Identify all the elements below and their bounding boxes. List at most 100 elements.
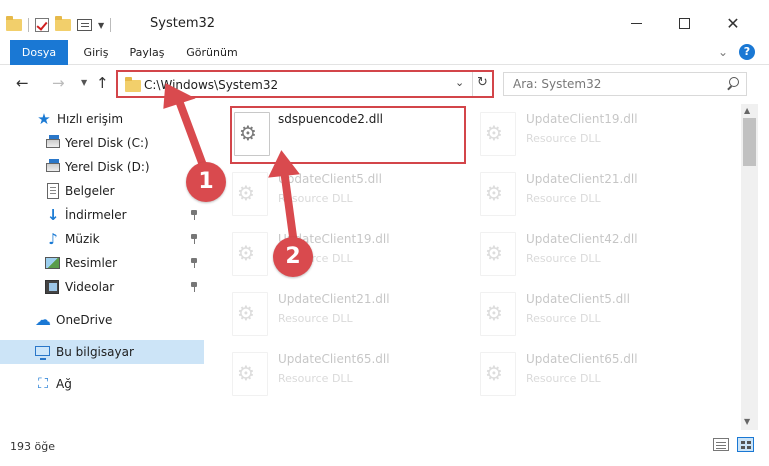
file-item[interactable]: UpdateClient5.dll Resource DLL bbox=[214, 166, 454, 222]
tab-file[interactable]: Dosya bbox=[10, 40, 68, 65]
scroll-up-icon[interactable]: ▲ bbox=[744, 106, 750, 115]
minimize-icon bbox=[630, 22, 642, 24]
toolbar-separator bbox=[110, 18, 112, 32]
sidebar-item-this-pc[interactable]: Bu bilgisayar bbox=[0, 340, 204, 364]
sidebar-item-local-disk-c[interactable]: Yerel Disk (C:) bbox=[0, 131, 204, 155]
sidebar-item-local-disk-d[interactable]: Yerel Disk (D:) bbox=[0, 155, 204, 179]
onedrive-icon: ☁ bbox=[35, 310, 51, 329]
sidebar-item-videos[interactable]: Videolar bbox=[0, 275, 204, 299]
step-badge-2: 2 bbox=[273, 237, 313, 277]
navigation-bar: ← → ▼ ↑ C:\Windows\System32 ⌄ ↻ Ara: Sys… bbox=[0, 66, 769, 100]
tab-view[interactable]: Görünüm bbox=[180, 40, 244, 65]
file-type: Resource DLL bbox=[526, 132, 601, 145]
music-icon: ♪ bbox=[48, 230, 58, 248]
file-name: UpdateClient21.dll bbox=[278, 292, 390, 306]
videos-icon bbox=[45, 280, 59, 294]
file-name: UpdateClient42.dll bbox=[526, 232, 638, 246]
forward-arrow-icon[interactable]: → bbox=[52, 74, 65, 92]
file-item[interactable]: UpdateClient65.dll Resource DLL bbox=[214, 346, 454, 402]
vertical-scrollbar[interactable]: ▲ ▼ bbox=[741, 104, 758, 430]
folder-icon bbox=[125, 77, 141, 92]
sidebar-item-documents[interactable]: Belgeler bbox=[0, 179, 204, 203]
pin-icon[interactable] bbox=[191, 234, 197, 244]
maximize-icon bbox=[678, 17, 690, 29]
scroll-thumb[interactable] bbox=[743, 118, 756, 166]
pin-icon[interactable] bbox=[191, 282, 197, 292]
navigation-pane: ★ Hızlı erişim Yerel Disk (C:) Yerel Dis… bbox=[0, 104, 210, 430]
search-icon[interactable] bbox=[726, 77, 740, 91]
dll-file-icon bbox=[480, 352, 516, 396]
quick-access-star-icon: ★ bbox=[37, 110, 51, 128]
dll-file-icon bbox=[480, 112, 516, 156]
file-type: Resource DLL bbox=[278, 372, 353, 385]
sidebar-item-network[interactable]: ⛶ Ağ bbox=[0, 372, 204, 396]
file-type: Resource DLL bbox=[526, 192, 601, 205]
sidebar-item-label: Ağ bbox=[56, 377, 72, 391]
sidebar-item-label: Videolar bbox=[65, 280, 115, 294]
tab-home[interactable]: Giriş bbox=[76, 40, 116, 65]
file-item[interactable]: UpdateClient42.dll Resource DLL bbox=[462, 226, 702, 282]
new-folder-icon[interactable] bbox=[55, 16, 71, 31]
back-arrow-icon[interactable]: ← bbox=[16, 74, 29, 92]
close-button[interactable]: ✕ bbox=[710, 8, 756, 38]
file-item-highlighted[interactable]: sdspuencode2.dll bbox=[230, 106, 466, 164]
file-item[interactable]: UpdateClient19.dll Resource DLL bbox=[214, 226, 454, 282]
file-name: UpdateClient19.dll bbox=[526, 112, 638, 126]
dll-file-icon bbox=[232, 232, 268, 276]
file-name: UpdateClient5.dll bbox=[526, 292, 630, 306]
title-bar: ▼ System32 ✕ bbox=[0, 0, 769, 40]
file-type: Resource DLL bbox=[278, 192, 353, 205]
file-item[interactable]: UpdateClient65.dll Resource DLL bbox=[462, 346, 702, 402]
file-name: sdspuencode2.dll bbox=[278, 112, 384, 126]
properties-check-icon[interactable] bbox=[35, 18, 49, 32]
quick-access-toolbar: ▼ bbox=[6, 15, 112, 35]
sidebar-item-label: Müzik bbox=[65, 232, 100, 246]
refresh-icon[interactable]: ↻ bbox=[477, 75, 488, 90]
file-name: UpdateClient65.dll bbox=[526, 352, 638, 366]
documents-icon bbox=[47, 183, 59, 199]
recent-locations-icon[interactable]: ▼ bbox=[81, 78, 87, 87]
address-bar[interactable]: C:\Windows\System32 ⌄ ↻ bbox=[116, 70, 494, 98]
expand-ribbon-icon[interactable]: ⌄ bbox=[718, 45, 728, 59]
folder-icon[interactable] bbox=[6, 16, 22, 31]
file-type: Resource DLL bbox=[278, 312, 353, 325]
scroll-down-icon[interactable]: ▼ bbox=[744, 417, 750, 426]
file-item[interactable]: UpdateClient21.dll Resource DLL bbox=[214, 286, 454, 342]
details-view-icon[interactable] bbox=[713, 438, 729, 451]
sidebar-item-label: Yerel Disk (D:) bbox=[65, 160, 150, 174]
dll-file-icon bbox=[480, 232, 516, 276]
pin-icon[interactable] bbox=[191, 258, 197, 268]
file-name: UpdateClient65.dll bbox=[278, 352, 390, 366]
close-icon: ✕ bbox=[726, 13, 740, 33]
sidebar-item-pictures[interactable]: Resimler bbox=[0, 251, 204, 275]
up-arrow-icon[interactable]: ↑ bbox=[96, 74, 109, 92]
properties-icon[interactable] bbox=[77, 19, 92, 31]
item-count: 193 öğe bbox=[10, 440, 55, 453]
sidebar-item-downloads[interactable]: ↓ İndirmeler bbox=[0, 203, 204, 227]
sidebar-item-label: Resimler bbox=[65, 256, 118, 270]
customize-toolbar-icon[interactable]: ▼ bbox=[98, 21, 104, 30]
sidebar-item-quick-access[interactable]: ★ Hızlı erişim bbox=[0, 107, 204, 131]
large-icons-view-icon[interactable] bbox=[737, 437, 754, 452]
dll-file-icon bbox=[232, 352, 268, 396]
maximize-button[interactable] bbox=[661, 8, 707, 38]
downloads-icon: ↓ bbox=[46, 206, 60, 224]
minimize-button[interactable] bbox=[613, 8, 659, 38]
file-name: UpdateClient21.dll bbox=[526, 172, 638, 186]
file-item[interactable]: UpdateClient21.dll Resource DLL bbox=[462, 166, 702, 222]
address-path[interactable]: C:\Windows\System32 bbox=[144, 78, 278, 92]
sidebar-item-music[interactable]: ♪ Müzik bbox=[0, 227, 204, 251]
sidebar-item-label: Hızlı erişim bbox=[57, 112, 124, 126]
help-icon[interactable]: ? bbox=[739, 44, 755, 60]
chevron-down-icon[interactable]: ⌄ bbox=[455, 76, 464, 89]
file-item[interactable]: UpdateClient19.dll Resource DLL bbox=[462, 106, 702, 162]
dll-file-icon bbox=[232, 292, 268, 336]
ribbon-tabs: Dosya Giriş Paylaş Görünüm ⌄ ? bbox=[0, 40, 769, 65]
pin-icon[interactable] bbox=[191, 210, 197, 220]
tab-share[interactable]: Paylaş bbox=[124, 40, 170, 65]
dll-file-icon bbox=[234, 112, 270, 156]
sidebar-item-label: Bu bilgisayar bbox=[56, 345, 134, 359]
file-item[interactable]: UpdateClient5.dll Resource DLL bbox=[462, 286, 702, 342]
sidebar-item-onedrive[interactable]: ☁ OneDrive bbox=[0, 308, 204, 332]
search-input[interactable]: Ara: System32 bbox=[503, 72, 747, 96]
